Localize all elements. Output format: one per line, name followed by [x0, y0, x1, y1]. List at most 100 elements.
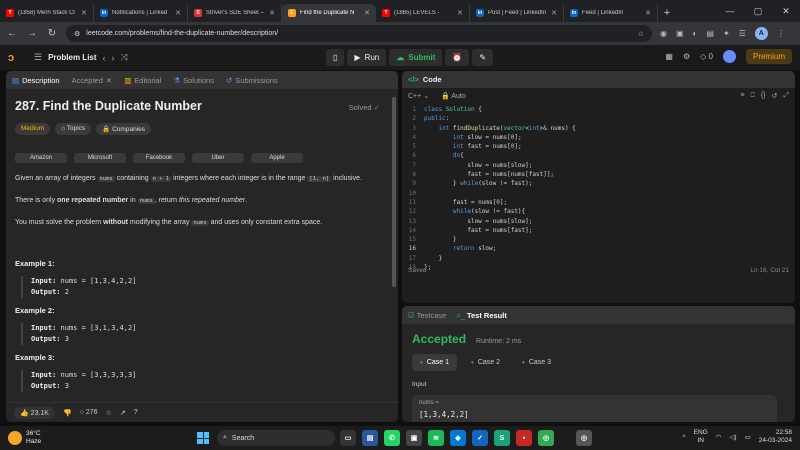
notes-button[interactable]: ✎: [472, 49, 494, 66]
bookmark-icon[interactable]: ⎕: [751, 92, 755, 100]
back-icon[interactable]: ←: [6, 28, 18, 39]
close-tab-icon[interactable]: ✕: [551, 9, 557, 17]
company-uber[interactable]: Uber: [192, 153, 244, 163]
wifi-icon[interactable]: ◠: [716, 433, 722, 441]
premium-button[interactable]: Premium: [745, 49, 792, 64]
close-tab-icon[interactable]: ✕: [645, 9, 651, 17]
battery-icon[interactable]: ▭: [745, 433, 751, 441]
company-amazon[interactable]: Amazon: [15, 153, 67, 163]
maximize-icon[interactable]: ▢: [744, 6, 772, 17]
bookmark-star-icon[interactable]: ☆: [638, 30, 644, 38]
task-view-icon[interactable]: ▭: [340, 430, 356, 446]
tab-description[interactable]: ▤ Description: [12, 76, 60, 85]
dislike-button[interactable]: 👎: [63, 409, 72, 417]
close-tab-icon[interactable]: ✕: [269, 9, 275, 17]
company-apple[interactable]: Apple: [251, 153, 303, 163]
spotify-icon[interactable]: ≋: [428, 430, 444, 446]
browser-tab[interactable]: Y (1858) Mern Stack Cl ✕: [0, 4, 94, 22]
tab-test-result[interactable]: >_ Test Result: [456, 311, 507, 320]
tab-submissions[interactable]: ↺ Submissions: [226, 76, 278, 85]
tab-accepted[interactable]: Accepted ✕: [72, 76, 113, 85]
timer-button[interactable]: ⏰: [445, 49, 470, 66]
help-icon[interactable]: ?: [134, 409, 138, 416]
todo-icon[interactable]: ✓: [472, 430, 488, 446]
avatar[interactable]: A: [754, 27, 768, 40]
close-tab-icon[interactable]: ✕: [364, 9, 370, 17]
problem-list-button[interactable]: Problem List: [48, 53, 96, 62]
taskbar-search[interactable]: ⌕ Search: [217, 430, 335, 446]
prev-problem-icon[interactable]: ‹: [103, 53, 106, 63]
close-tab-icon[interactable]: ✕: [81, 9, 87, 17]
browser-tab[interactable]: S Striver's SDE Sheet – ✕: [188, 4, 282, 22]
reload-icon[interactable]: ↻: [46, 28, 58, 39]
company-microsoft[interactable]: Microsoft: [74, 153, 126, 163]
layout-icon[interactable]: ▦: [665, 52, 673, 61]
app-icon[interactable]: ▣: [406, 430, 422, 446]
extension-icon[interactable]: ◉: [660, 29, 667, 38]
browser-tab[interactable]: in Notifications | Linked ✕: [94, 4, 188, 22]
company-facebook[interactable]: Facebook: [133, 153, 185, 163]
browser-tab[interactable]: Y (1865) LEVELS - ✕: [376, 4, 470, 22]
settings-gear-icon[interactable]: ⚙: [683, 52, 690, 61]
like-button[interactable]: 👍 23.1K: [14, 406, 55, 419]
forward-icon[interactable]: →: [26, 28, 38, 39]
extension-icon[interactable]: ◐: [693, 29, 698, 38]
case-tab-1[interactable]: • Case 1: [412, 354, 457, 371]
site-info-icon[interactable]: ⚙: [74, 30, 80, 38]
close-window-icon[interactable]: ✕: [772, 6, 800, 17]
new-tab-button[interactable]: +: [658, 4, 676, 22]
browser-tab[interactable]: in Feed | LinkedIn ✕: [564, 4, 658, 22]
user-avatar[interactable]: [722, 50, 736, 63]
shuffle-icon[interactable]: ⤨: [121, 52, 128, 63]
file-explorer-icon[interactable]: ▤: [362, 430, 378, 446]
favorite-star-icon[interactable]: ☆: [106, 409, 112, 417]
url-field[interactable]: ⚙ leetcode.com/problems/find-the-duplica…: [66, 25, 652, 42]
leetcode-logo[interactable]: ↄ: [8, 52, 20, 64]
windows-start-icon[interactable]: [197, 432, 209, 444]
app-icon[interactable]: ▪: [516, 430, 532, 446]
reset-icon[interactable]: ↺: [772, 92, 778, 100]
language-indicator[interactable]: ENG IN: [694, 429, 708, 445]
close-icon[interactable]: ✕: [106, 76, 112, 85]
tab-solutions[interactable]: ⚗ Solutions: [173, 76, 214, 85]
menu-icon[interactable]: ⋮: [777, 29, 785, 38]
coins-counter[interactable]: ◇ 0: [700, 52, 713, 61]
clock[interactable]: 22:58 24-03-2024: [759, 429, 792, 445]
difficulty-badge[interactable]: Medium: [15, 123, 51, 135]
chrome-icon[interactable]: ◎: [538, 430, 554, 446]
next-problem-icon[interactable]: ›: [112, 53, 115, 63]
comments-button[interactable]: ○ 276: [80, 409, 98, 416]
browser-tab[interactable]: L Find the Duplicate N ✕: [282, 4, 376, 22]
tab-editorial[interactable]: ▥ Editorial: [124, 76, 161, 85]
debug-button[interactable]: ▯: [326, 49, 345, 66]
minimize-icon[interactable]: —: [716, 6, 744, 16]
extension-icon[interactable]: ▤: [706, 29, 714, 38]
chrome-active-icon[interactable]: ◎: [576, 430, 592, 446]
companies-tag[interactable]: 🔒 Companies: [96, 123, 151, 135]
close-tab-icon[interactable]: ✕: [457, 9, 463, 17]
topics-tag[interactable]: ⌂ Topics: [55, 123, 92, 135]
close-tab-icon[interactable]: ✕: [175, 9, 181, 17]
language-select[interactable]: C++ ⌄: [408, 92, 429, 100]
vscode-icon[interactable]: ◆: [450, 430, 466, 446]
app-icon[interactable]: S: [494, 430, 510, 446]
share-icon[interactable]: ↗: [120, 409, 126, 417]
scrollbar[interactable]: [392, 97, 396, 287]
reading-list-icon[interactable]: ☰: [739, 29, 746, 38]
whatsapp-icon[interactable]: ✆: [384, 430, 400, 446]
chevron-up-icon[interactable]: ^: [683, 434, 686, 441]
fullscreen-icon[interactable]: ⤢: [783, 92, 789, 100]
case-tab-2[interactable]: • Case 2: [463, 354, 508, 371]
puzzle-icon[interactable]: ✦: [723, 29, 730, 38]
run-button[interactable]: ▶ Run: [347, 49, 387, 66]
autocomplete-toggle[interactable]: 🔒 Auto: [441, 92, 466, 100]
format-icon[interactable]: ≡: [741, 92, 745, 100]
submit-button[interactable]: ☁ Submit: [389, 49, 443, 66]
case-tab-3[interactable]: • Case 3: [514, 354, 559, 371]
braces-icon[interactable]: {}: [761, 92, 766, 100]
volume-icon[interactable]: ◁): [729, 433, 736, 441]
code-editor[interactable]: 1 class Solution { 2 public: 3 int findDup…: [402, 104, 795, 279]
weather-widget[interactable]: 36°C Haze: [8, 430, 41, 446]
extension-icon[interactable]: ▣: [676, 29, 684, 38]
tab-testcase[interactable]: ☑ Testcase: [408, 311, 446, 320]
